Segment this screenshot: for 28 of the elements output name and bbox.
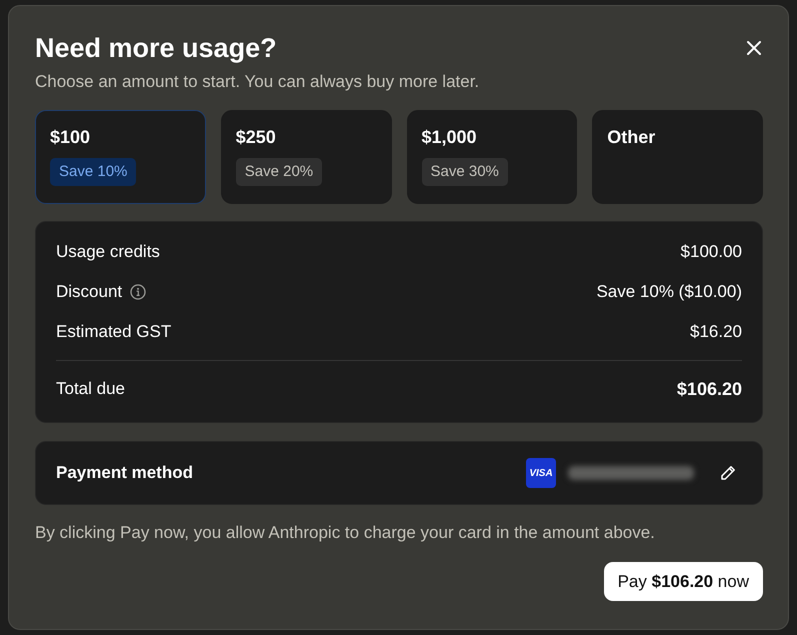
dialog-subtitle: Choose an amount to start. You can always buy more later. xyxy=(35,72,480,92)
discount-badge: Save 20% xyxy=(236,158,322,186)
disclaimer-text: By clicking Pay now, you allow Anthropic to charge your card in the amount above. xyxy=(35,523,656,543)
summary-value: $106.20 xyxy=(676,378,742,401)
amount-option[interactable]: $1,000 Save 30% xyxy=(406,110,578,204)
close-icon[interactable] xyxy=(746,40,762,56)
info-icon[interactable] xyxy=(130,284,146,300)
amount-label: $250 xyxy=(236,126,276,148)
amount-label: $1,000 xyxy=(422,126,477,148)
summary-label: Usage credits xyxy=(56,241,160,263)
amount-label: $100 xyxy=(50,126,90,148)
summary-value: $16.20 xyxy=(690,321,742,343)
dialog-title: Need more usage? xyxy=(35,32,277,64)
amount-label: Other xyxy=(607,126,656,148)
pencil-icon[interactable] xyxy=(720,465,736,481)
summary-label: Total due xyxy=(56,378,125,400)
amount-option[interactable]: $100 Save 10% xyxy=(35,110,206,204)
summary-value: Save 10% ($10.00) xyxy=(596,281,742,303)
discount-badge: Save 10% xyxy=(50,158,136,186)
payment-method-label: Payment method xyxy=(56,463,193,483)
summary-value: $100.00 xyxy=(680,241,742,263)
amount-option[interactable]: Other xyxy=(592,110,763,204)
pay-now-button[interactable]: Pay $106.20 now xyxy=(604,562,763,601)
discount-badge: Save 30% xyxy=(422,158,508,186)
amount-option[interactable]: $250 Save 20% xyxy=(220,110,392,204)
summary-label: Discount xyxy=(56,281,122,303)
summary-label: Estimated GST xyxy=(56,321,172,343)
card-brand-logo: VISA xyxy=(526,458,556,488)
